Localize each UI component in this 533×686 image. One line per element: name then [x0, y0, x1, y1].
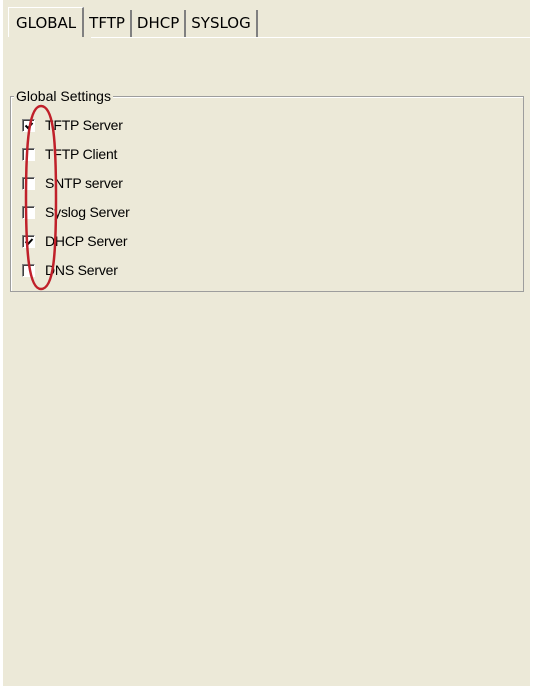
tftp-server-checkbox[interactable] [22, 118, 35, 132]
syslog-server-label: Syslog Server [45, 204, 130, 220]
checkbox-row-tftp-server[interactable]: TFTP Server [22, 115, 123, 135]
checkbox-row-syslog-server[interactable]: Syslog Server [22, 202, 130, 222]
tftp-client-label: TFTP Client [45, 146, 118, 162]
checkmark-icon [24, 121, 34, 129]
tftp-server-label: TFTP Server [45, 117, 123, 133]
checkmark-icon [24, 237, 34, 245]
group-legend: Global Settings [14, 88, 113, 104]
tab-tftp[interactable]: TFTP [84, 10, 132, 37]
tab-global[interactable]: GLOBAL [8, 7, 85, 37]
tab-syslog[interactable]: SYSLOG [186, 10, 258, 37]
tab-strip: GLOBAL TFTP DHCP SYSLOG [8, 5, 258, 37]
tab-dhcp[interactable]: DHCP [132, 10, 187, 37]
tftp-client-checkbox[interactable] [22, 147, 35, 161]
tab-baseline [91, 37, 531, 38]
dhcp-server-checkbox[interactable] [22, 234, 35, 248]
sntp-server-label: SNTP server [45, 175, 123, 191]
checkbox-row-dhcp-server[interactable]: DHCP Server [22, 231, 128, 251]
settings-panel: GLOBAL TFTP DHCP SYSLOG Global Settings … [3, 0, 531, 686]
checkbox-row-dns-server[interactable]: DNS Server [22, 260, 118, 280]
checkbox-row-tftp-client[interactable]: TFTP Client [22, 144, 117, 164]
syslog-server-checkbox[interactable] [22, 205, 35, 219]
dhcp-server-label: DHCP Server [45, 233, 128, 249]
checkbox-row-sntp-server[interactable]: SNTP server [22, 173, 123, 193]
dns-server-checkbox[interactable] [22, 263, 35, 277]
dns-server-label: DNS Server [45, 262, 118, 278]
sntp-server-checkbox[interactable] [22, 176, 35, 190]
